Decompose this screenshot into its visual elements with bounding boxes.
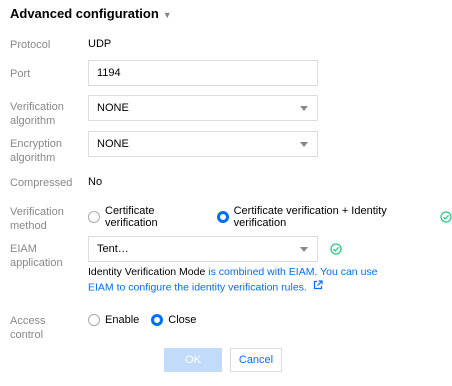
port-input-value: 1194 [97,67,121,79]
chevron-down-icon [300,247,308,252]
ok-button[interactable]: OK [164,348,222,372]
radio-checked-icon [216,211,229,223]
access-control-label: Access control [10,315,46,341]
radio-close[interactable]: Close [151,314,196,326]
encryption-algorithm-select[interactable]: NONE [88,131,318,157]
radio-unchecked-icon [88,314,100,326]
encryption-algorithm-label: Encryption algorithm [10,138,62,164]
verification-method-radio-group: Certificate verification Certificate ver… [88,205,452,229]
radio-certificate-identity-verification[interactable]: Certificate verification + Identity veri… [216,205,434,229]
eiam-help-prefix: Identity Verification Mode [88,266,209,278]
eiam-help-text: Identity Verification Mode is combined w… [88,265,388,295]
port-label: Port [10,68,31,80]
radio-label: Enable [105,314,140,326]
radio-unchecked-icon [88,211,100,223]
verification-algorithm-label: Verification algorithm [10,101,64,127]
external-link-icon[interactable] [313,280,323,295]
verification-algorithm-select[interactable]: NONE [88,95,318,121]
compressed-value: No [88,176,103,188]
chevron-down-icon [300,142,308,147]
check-circle-icon [330,243,342,255]
section-title-text: Advanced configuration [10,6,159,21]
protocol-label: Protocol [10,39,51,51]
port-input[interactable]: 1194 [88,60,318,86]
eiam-application-label: EIAM application [10,243,63,269]
protocol-value: UDP [88,38,112,50]
radio-label: Certificate verification + Identity veri… [233,205,387,229]
eiam-application-value: Tent… [97,243,129,255]
radio-label: Certificate verification [105,205,158,229]
compressed-label: Compressed [10,177,73,189]
cancel-button[interactable]: Cancel [230,348,282,372]
caret-down-icon[interactable]: ▼ [163,10,172,20]
section-title[interactable]: Advanced configuration ▼ [10,6,172,21]
chevron-down-icon [300,106,308,111]
verification-method-label: Verification method [10,206,64,232]
radio-enable[interactable]: Enable [88,314,139,326]
radio-label: Close [168,314,197,326]
verification-algorithm-value: NONE [97,102,129,114]
check-circle-icon [440,211,452,223]
radio-certificate-verification[interactable]: Certificate verification [88,205,206,229]
eiam-application-select[interactable]: Tent… [88,236,318,262]
access-control-radio-group: Enable Close [88,314,207,326]
radio-checked-icon [151,314,164,326]
encryption-algorithm-value: NONE [97,138,129,150]
